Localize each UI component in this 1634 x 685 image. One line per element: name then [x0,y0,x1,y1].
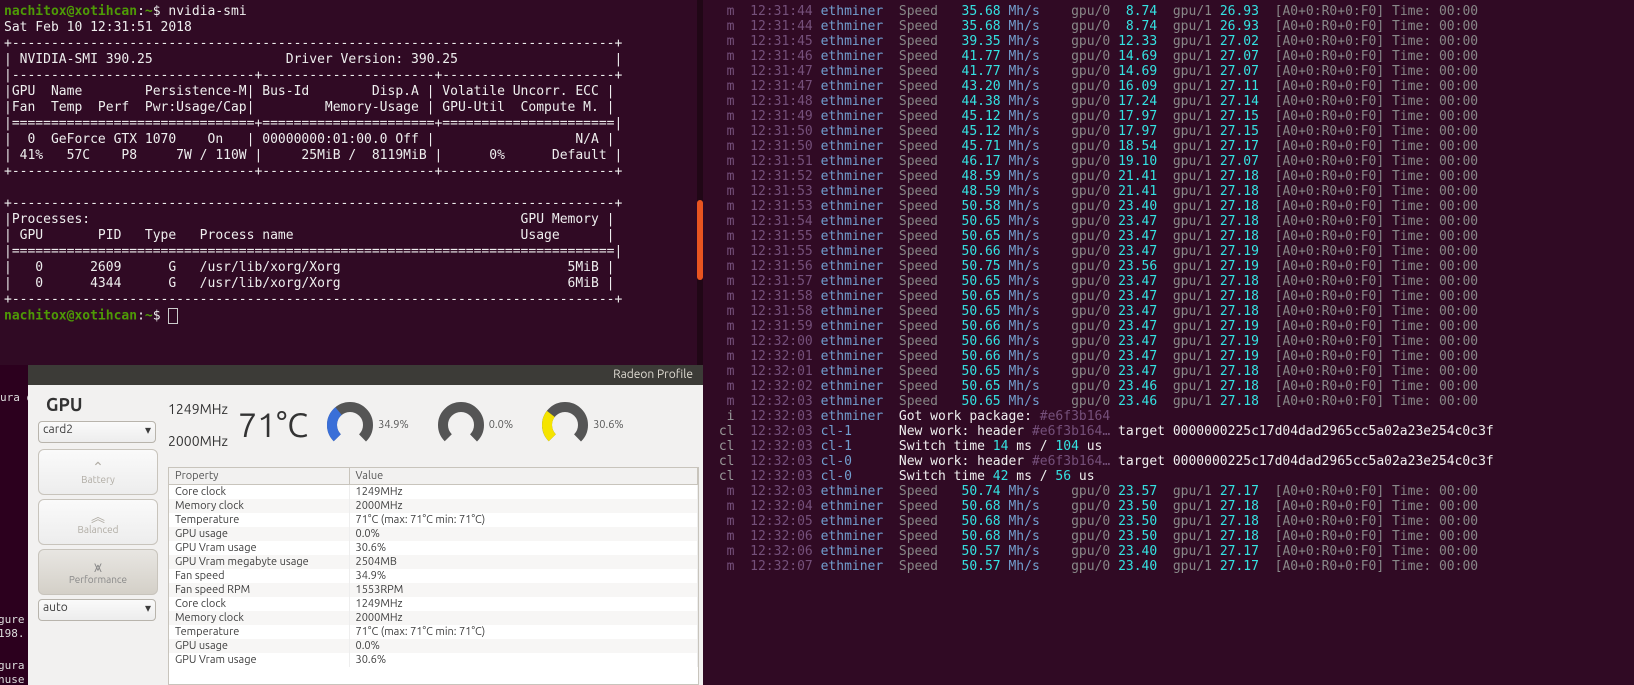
nvidia-smi-terminal[interactable]: nachitox@xotihcan:~$ nvidia-smi Sat Feb … [0,0,703,365]
battery-button[interactable]: ⌃Battery [38,449,158,495]
vram-gauge-label: 30.6% [593,419,624,431]
window-title: Radeon Profile [28,365,703,385]
property-table[interactable]: PropertyValue Core clock1249MHzMemory cl… [168,467,699,685]
table-row[interactable]: GPU usage0.0% [169,527,698,541]
usage-gauge-label: 0.0% [489,419,513,431]
fan-gauge [326,401,374,449]
column-value[interactable]: Value [349,468,698,485]
double-chevron-up-icon: ︽ [91,510,105,524]
table-row[interactable]: GPU Vram usage30.6% [169,653,698,667]
table-row[interactable]: GPU Vram megabyte usage2504MB [169,555,698,569]
table-row[interactable]: Fan speed34.9% [169,569,698,583]
auto-select[interactable]: auto ▾ [38,599,156,621]
radeon-profile-window[interactable]: Radeon Profile GPU card2 ▾ ⌃Battery ︽Bal… [28,365,703,685]
table-row[interactable]: Memory clock2000MHz [169,499,698,513]
card-select[interactable]: card2 ▾ [38,421,156,443]
balanced-button[interactable]: ︽Balanced [38,499,158,545]
table-row[interactable]: Core clock1249MHz [169,485,698,500]
gpu-heading: GPU [46,395,162,415]
table-row[interactable]: GPU usage0.0% [169,639,698,653]
vram-gauge [541,401,589,449]
table-row[interactable]: Fan speed RPM1553RPM [169,583,698,597]
temperature-readout: 71°C [238,406,308,444]
chevron-up-icon: ⌃ [92,460,104,474]
table-row[interactable]: Core clock1249MHz [169,597,698,611]
table-row[interactable]: Temperature71°C (max: 71°C min: 71°C) [169,513,698,527]
triple-chevron-up-icon: ⩙ [94,560,102,574]
background-window-fragment: ura d gure 198. gura nuse [0,365,28,685]
ethminer-terminal[interactable]: m 12:31:44 ethminer Speed 35.68 Mh/s gpu… [703,0,1634,685]
table-row[interactable]: GPU Vram usage30.6% [169,541,698,555]
table-row[interactable]: Temperature71°C (max: 71°C min: 71°C) [169,625,698,639]
fan-gauge-label: 34.9% [378,419,409,431]
table-row[interactable]: Memory clock2000MHz [169,611,698,625]
usage-gauge [437,401,485,449]
performance-button[interactable]: ⩙Performance [38,549,158,595]
clocks-readout: 1249MHz 2000MHz [168,393,228,457]
column-property[interactable]: Property [169,468,349,485]
